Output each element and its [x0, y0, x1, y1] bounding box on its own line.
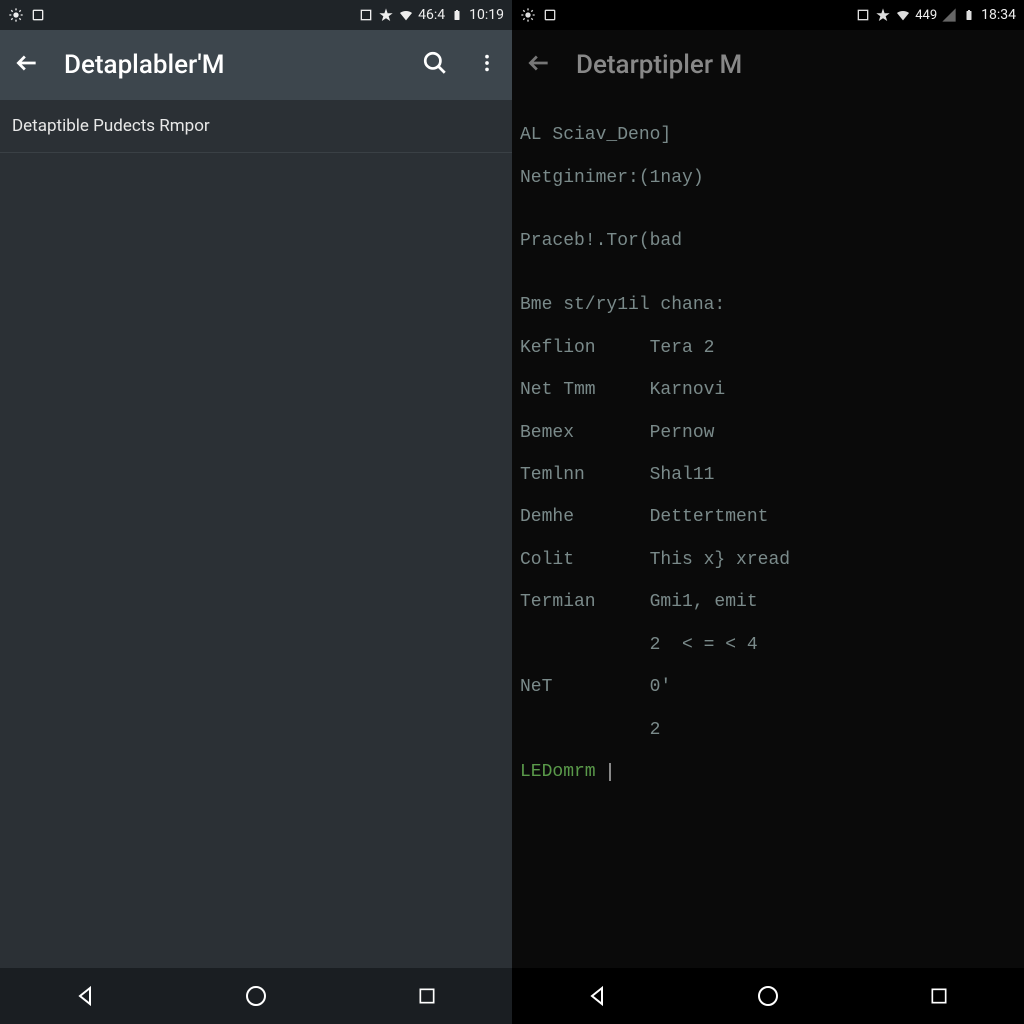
terminal-line: NeT 0': [520, 677, 1016, 698]
clock-time: 18:34: [981, 7, 1016, 23]
nav-back-icon[interactable]: [65, 976, 105, 1016]
terminal-line: Demhe Dettertment: [520, 507, 1016, 528]
wifi-icon: [895, 7, 911, 23]
signal-icon: [941, 7, 957, 23]
back-icon[interactable]: [526, 50, 552, 80]
app-title: Detarptipler M: [576, 50, 1010, 80]
battery-icon: [449, 7, 465, 23]
back-icon[interactable]: [14, 50, 40, 80]
terminal-line: Netginimer:(1nay): [520, 168, 1016, 189]
app-bar-right: Detarptipler M: [512, 30, 1024, 100]
nav-home-icon[interactable]: [236, 976, 276, 1016]
status-bar-right: 449 18:34: [512, 0, 1024, 30]
terminal-line: 2: [520, 720, 1016, 741]
brightness-icon: [520, 7, 536, 23]
card-icon: [542, 7, 558, 23]
brightness-icon: [8, 7, 24, 23]
terminal-line: AL Sciav_Deno]: [520, 125, 1016, 146]
battery-percent: 449: [915, 8, 937, 23]
clock-time: 10:19: [469, 7, 504, 23]
box-icon: [855, 7, 871, 23]
nav-recent-icon[interactable]: [919, 976, 959, 1016]
terminal-line: 2 < = < 4: [520, 635, 1016, 656]
terminal-line: Bemex Pernow: [520, 423, 1016, 444]
terminal-prompt: LEDomrm: [520, 762, 606, 782]
wifi-icon: [398, 7, 414, 23]
nav-bar-right: [512, 968, 1024, 1024]
terminal-line: Keflion Tera 2: [520, 338, 1016, 359]
nav-bar-left: [0, 968, 512, 1024]
cursor-icon: [609, 763, 611, 781]
terminal-line: Colit This x} xread: [520, 550, 1016, 571]
star-icon: [378, 7, 394, 23]
battery-icon: [961, 7, 977, 23]
nav-home-icon[interactable]: [748, 976, 788, 1016]
card-icon: [30, 7, 46, 23]
app-bar-left: Detaplabler'M: [0, 30, 512, 100]
list-item[interactable]: Detaptible Pudects Rmpor: [0, 100, 512, 153]
left-screen: 46:4 10:19 Detaplabler'M Detaptible Pude…: [0, 0, 512, 1024]
nav-back-icon[interactable]: [577, 976, 617, 1016]
box-icon: [358, 7, 374, 23]
terminal-line: Net Tmm Karnovi: [520, 380, 1016, 401]
star-icon: [875, 7, 891, 23]
battery-percent: 46:4: [418, 7, 445, 23]
status-bar-left: 46:4 10:19: [0, 0, 512, 30]
terminal-line: Bme st/ry1il chana:: [520, 295, 1016, 316]
terminal-line: Termian Gmi1, emit: [520, 592, 1016, 613]
content-left: Detaptible Pudects Rmpor: [0, 100, 512, 968]
search-icon[interactable]: [422, 50, 448, 80]
terminal-output[interactable]: AL Sciav_Deno] Netginimer:(1nay) Praceb!…: [512, 100, 1024, 968]
terminal-line: Temlnn Shal11: [520, 465, 1016, 486]
nav-recent-icon[interactable]: [407, 976, 447, 1016]
more-icon[interactable]: [476, 52, 498, 78]
app-title: Detaplabler'M: [64, 50, 398, 80]
terminal-line: Praceb!.Tor(bad: [520, 231, 1016, 252]
right-screen: 449 18:34 Detarptipler M AL Sciav_Deno] …: [512, 0, 1024, 1024]
